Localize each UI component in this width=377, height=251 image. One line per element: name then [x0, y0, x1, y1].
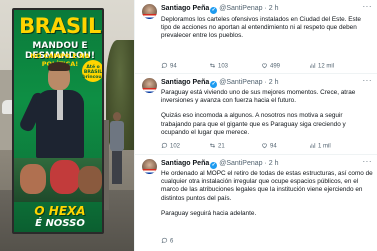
views-icon — [310, 143, 316, 148]
billboard-crowd — [14, 158, 102, 202]
reply-count: 102 — [170, 143, 181, 150]
tweet[interactable]: Santiago Peña ✓ @SantiPenap · 2 h ··· He o… — [135, 155, 377, 251]
views-count: 12 mil — [318, 63, 335, 70]
tweet-paragraph: Paraguay está viviendo uno de sus mejore… — [161, 89, 356, 105]
avatar[interactable] — [142, 4, 157, 19]
repost-button[interactable]: 103 — [209, 62, 228, 71]
offensive-billboard: BRASIL MANDOU E DESMANDOU! NO CAMPO E NA… — [12, 8, 104, 234]
more-options-icon[interactable]: ··· — [363, 2, 373, 11]
photo-pole — [104, 120, 109, 210]
views-button[interactable]: 1 mil — [309, 142, 331, 151]
verified-badge-icon: ✓ — [210, 7, 218, 14]
author-name[interactable]: Santiago Peña — [161, 5, 209, 12]
reply-icon — [161, 142, 168, 149]
author-handle[interactable]: @SantiPenap — [219, 5, 262, 12]
tweet-paragraph: Deploramos los carteles ofensivos instal… — [161, 16, 361, 40]
repost-button[interactable]: 21 — [209, 142, 225, 151]
like-button[interactable]: 94 — [261, 142, 277, 151]
like-button[interactable]: 499 — [261, 62, 280, 71]
tweet[interactable]: Santiago Peña ✓ @SantiPenap · 2 h ··· Para… — [135, 74, 377, 155]
tweet-text: Paraguay está viviendo uno de sus mejore… — [161, 89, 373, 137]
reply-count: 94 — [170, 63, 177, 70]
verified-badge-icon: ✓ — [210, 81, 218, 88]
tweet-paragraph: Quizás eso incomoda a algunos. A nosotro… — [161, 112, 346, 136]
repost-count: 103 — [218, 63, 229, 70]
more-options-icon[interactable]: ··· — [363, 157, 373, 166]
avatar[interactable] — [142, 159, 157, 174]
heart-icon — [262, 143, 267, 149]
tweet-header: Santiago Peña ✓ @SantiPenap · 2 h — [161, 4, 371, 14]
reply-button[interactable]: 102 — [161, 142, 180, 151]
tweet-header: Santiago Peña ✓ @SantiPenap · 2 h — [161, 159, 371, 169]
photo-pedestrian — [110, 112, 124, 184]
tweet[interactable]: Santiago Peña ✓ @SantiPenap · 2 h ··· Depl… — [135, 0, 377, 74]
billboard-badge: Até o BRASIL brincou! — [82, 60, 102, 82]
billboard-title: BRASIL — [19, 14, 101, 38]
billboard-footer-sub: É NOSSO — [35, 218, 85, 229]
author-name[interactable]: Santiago Peña — [161, 160, 209, 167]
tweet-time[interactable]: · 2 h — [265, 79, 279, 86]
tweet-text: He ordenado al MOPC el retiro de todas d… — [161, 170, 373, 218]
tweet-actions: 102 21 94 1 mil — [161, 142, 371, 151]
billboard-photo: BRASIL MANDOU E DESMANDOU! NO CAMPO E NA… — [0, 0, 134, 251]
tweets-panel: Santiago Peña ✓ @SantiPenap · 2 h ··· Depl… — [134, 0, 377, 251]
tweet-header: Santiago Peña ✓ @SantiPenap · 2 h — [161, 78, 371, 88]
more-options-icon[interactable]: ··· — [363, 76, 373, 85]
tweet-time[interactable]: · 2 h — [265, 5, 279, 12]
tweet-text: Deploramos los carteles ofensivos instal… — [161, 16, 373, 41]
like-count: 499 — [270, 63, 281, 70]
reply-button[interactable]: 6 — [161, 237, 173, 246]
repost-count: 21 — [218, 143, 225, 150]
tweet-time[interactable]: · 2 h — [265, 160, 279, 167]
tweet-actions: 94 103 499 12 mil — [161, 62, 371, 71]
repost-icon — [209, 63, 216, 68]
views-button[interactable]: 12 mil — [309, 62, 334, 71]
avatar[interactable] — [142, 78, 157, 93]
verified-badge-icon: ✓ — [210, 162, 218, 169]
author-handle[interactable]: @SantiPenap — [219, 79, 262, 86]
billboard-figure — [18, 62, 86, 158]
like-count: 94 — [270, 143, 277, 150]
reply-icon — [161, 62, 168, 69]
tweet-actions: 6 — [161, 237, 371, 246]
tweet-paragraph: Paraguay seguirá hacia adelante. — [161, 209, 257, 217]
views-count: 1 mil — [318, 143, 331, 150]
author-name[interactable]: Santiago Peña — [161, 79, 209, 86]
author-handle[interactable]: @SantiPenap — [219, 160, 262, 167]
billboard-footer-main: O HEXA — [34, 204, 86, 218]
repost-icon — [209, 143, 216, 148]
reply-button[interactable]: 94 — [161, 62, 177, 71]
heart-icon — [262, 63, 267, 69]
reply-icon — [161, 237, 168, 244]
views-icon — [310, 63, 316, 68]
reply-count: 6 — [170, 238, 174, 245]
tweet-paragraph: He ordenado al MOPC el retiro de todas d… — [161, 170, 373, 202]
